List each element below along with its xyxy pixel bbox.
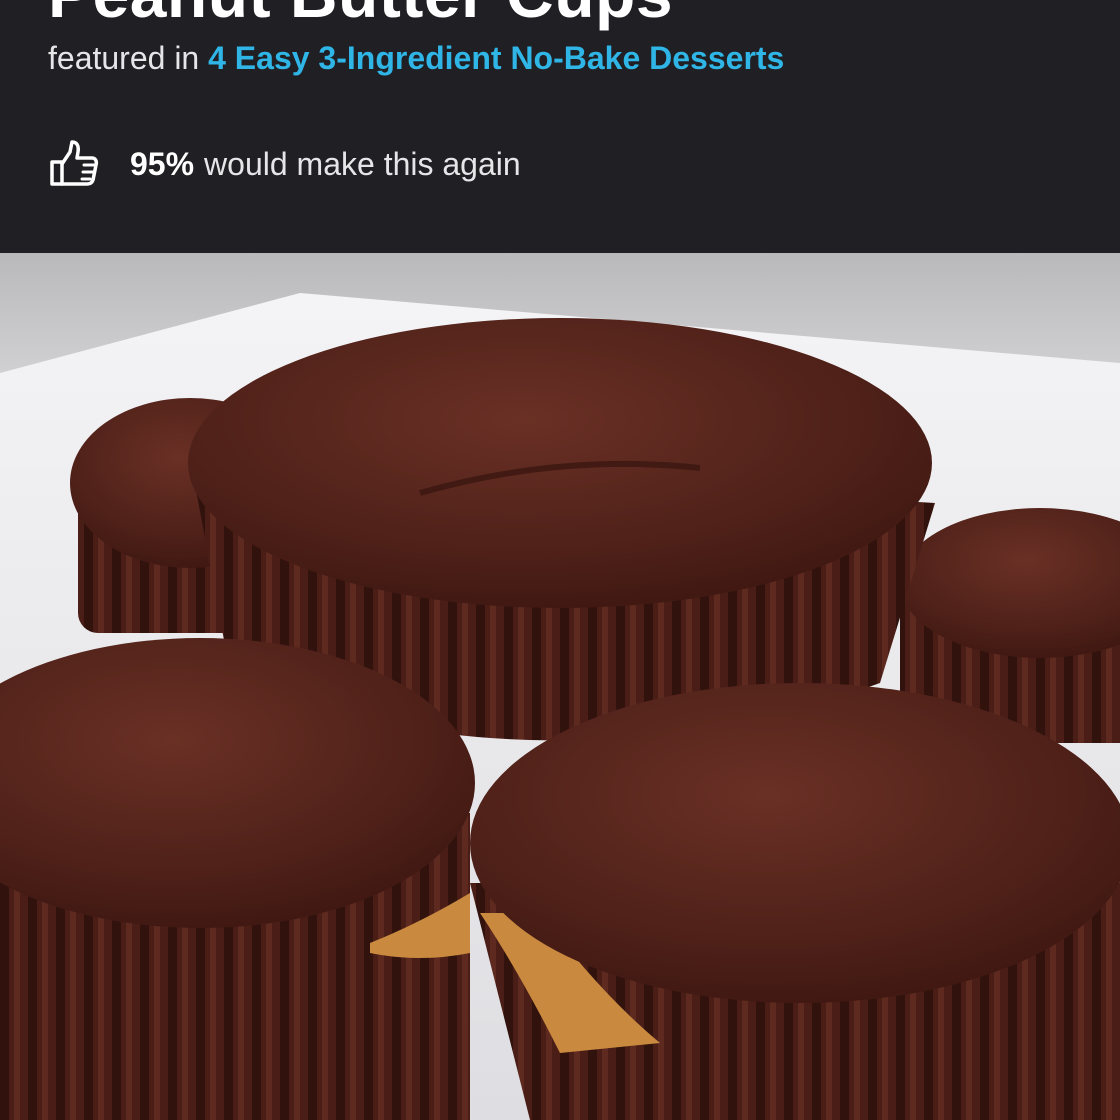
rating-percent: 95% [130,145,195,182]
recipe-header: Peanut Butter Cups featured in 4 Easy 3-… [0,0,1120,253]
rating-text: would make this again [204,145,521,182]
featured-prefix: featured in [48,40,200,76]
thumbs-up-icon[interactable] [48,138,100,190]
peanut-butter-cups-photo [0,253,1120,1120]
featured-collection-link[interactable]: 4 Easy 3-Ingredient No-Bake Desserts [208,40,784,76]
rating-row: 95% would make this again [48,138,521,190]
recipe-photo [0,253,1120,1120]
cup-bottom-left [0,638,475,1120]
featured-in-line: featured in 4 Easy 3-Ingredient No-Bake … [48,40,784,77]
recipe-screen: Peanut Butter Cups featured in 4 Easy 3-… [0,0,1120,1120]
cup-bottom-right [470,683,1120,1120]
recipe-title: Peanut Butter Cups [48,0,673,32]
